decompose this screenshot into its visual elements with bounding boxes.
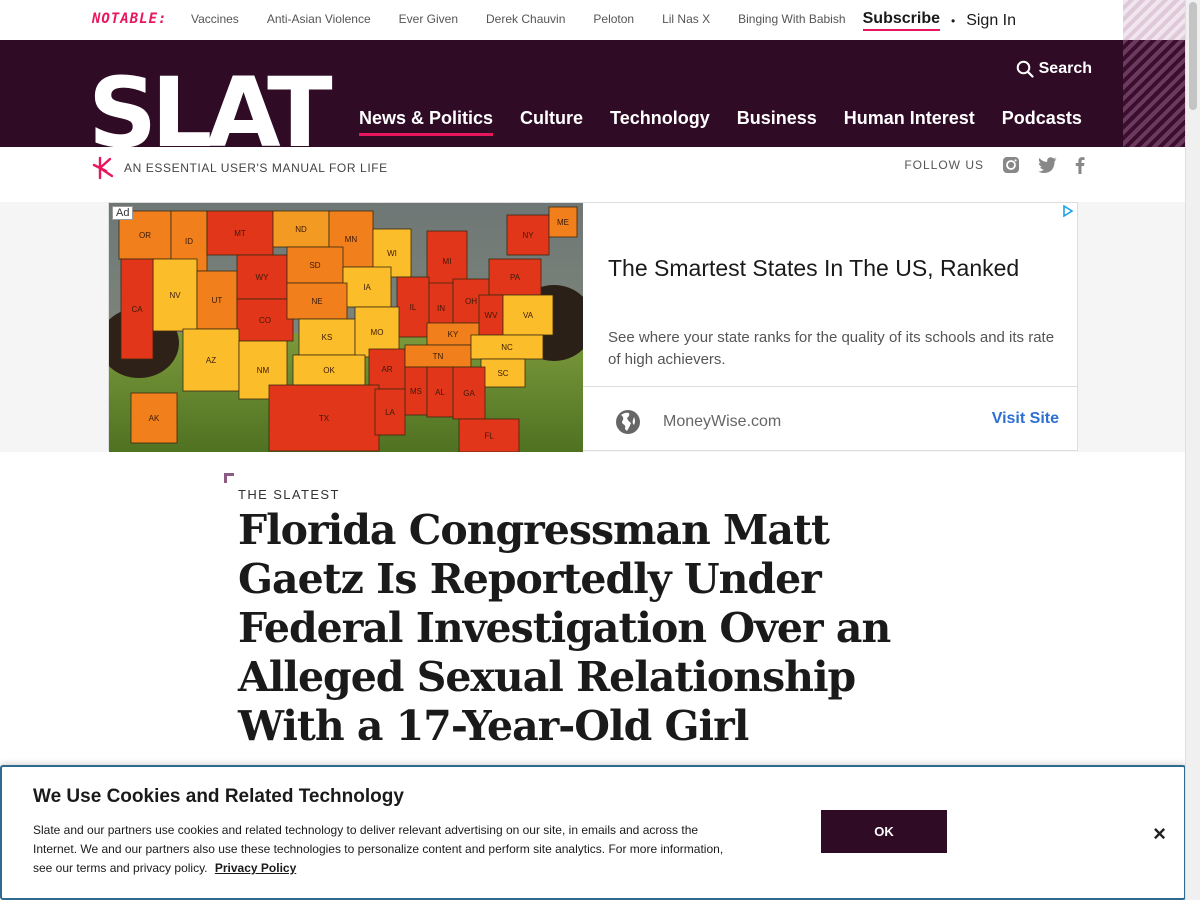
map-state-label: IL <box>410 303 417 312</box>
map-state-label: IN <box>437 304 445 313</box>
cookie-title: We Use Cookies and Related Technology <box>33 786 404 807</box>
map-state-label: MT <box>234 229 246 238</box>
adchoices-icon[interactable] <box>1062 205 1074 217</box>
site-header: SLATE Search News & Politics Culture Tec… <box>0 40 1123 147</box>
notable-link[interactable]: Anti-Asian Violence <box>267 12 371 26</box>
map-state-label: MO <box>371 328 384 337</box>
map-state-label: CA <box>131 305 143 314</box>
follow-us: FOLLOW US <box>904 156 1085 174</box>
main-nav: News & Politics Culture Technology Busin… <box>359 108 1082 136</box>
map-state-label: NV <box>169 291 181 300</box>
map-state-label: TX <box>319 414 330 423</box>
map-state-label: AK <box>149 414 160 423</box>
map-state-label: NE <box>311 297 322 306</box>
page: NOTABLE: Vaccines Anti-Asian Violence Ev… <box>0 0 1200 900</box>
map-state-label: OH <box>465 297 477 306</box>
map-state-label: IA <box>363 283 371 292</box>
subscribe-link[interactable]: Subscribe <box>862 10 940 31</box>
map-state-label: AL <box>435 388 445 397</box>
map-state-label: AZ <box>206 356 216 365</box>
search-icon <box>1016 60 1034 78</box>
map-state-label: MN <box>345 235 358 244</box>
kicker-mark <box>224 473 234 483</box>
map-state-label: UT <box>212 296 223 305</box>
cookie-body-text: Slate and our partners use cookies and r… <box>33 823 724 875</box>
map-state-label: ME <box>557 218 569 227</box>
tagline: AN ESSENTIAL USER'S MANUAL FOR LIFE <box>92 156 388 180</box>
slate-star-icon <box>92 156 114 180</box>
map-state-label: KS <box>322 333 333 342</box>
slate-logo[interactable]: SLATE <box>92 73 334 147</box>
map-state-label: WY <box>256 273 270 282</box>
ad-divider <box>583 386 1077 387</box>
map-state-label: VA <box>523 311 534 320</box>
map-state-label: WI <box>387 249 397 258</box>
article-kicker[interactable]: THE SLATEST <box>238 487 340 502</box>
sign-in-link[interactable]: Sign In <box>966 12 1016 30</box>
cookie-ok-button[interactable]: OK <box>821 810 947 853</box>
notable-label: NOTABLE: <box>92 11 168 27</box>
map-state-label: OK <box>323 366 335 375</box>
map-state-label: OR <box>139 231 151 240</box>
visit-site-button[interactable]: Visit Site <box>992 410 1059 428</box>
cookie-body: Slate and our partners use cookies and r… <box>33 821 733 878</box>
account-actions: Subscribe • Sign In <box>862 10 1016 31</box>
notable-link[interactable]: Binging With Babish <box>738 12 845 26</box>
notable-link[interactable]: Derek Chauvin <box>486 12 565 26</box>
nav-business[interactable]: Business <box>737 108 817 136</box>
scrollbar-thumb[interactable] <box>1189 2 1197 110</box>
separator-dot: • <box>950 13 956 28</box>
decorative-stripes <box>1123 0 1185 147</box>
notable-bar: NOTABLE: Vaccines Anti-Asian Violence Ev… <box>0 0 1123 40</box>
nav-human-interest[interactable]: Human Interest <box>844 108 975 136</box>
ad-map-image[interactable]: OR ID MT ND MN WI MI NY ME NV UT WY SD IA IL IN OH PA CA CO… <box>109 203 583 452</box>
notable-link[interactable]: Vaccines <box>191 12 239 26</box>
map-state-label: WV <box>485 311 499 320</box>
page-scrollbar[interactable] <box>1185 0 1200 900</box>
map-state-label: CO <box>259 316 271 325</box>
cookie-banner: We Use Cookies and Related Technology Sl… <box>0 765 1186 900</box>
map-state-label: MI <box>443 257 452 266</box>
nav-podcasts[interactable]: Podcasts <box>1002 108 1082 136</box>
article-headline: Florida Congressman Matt Gaetz Is Report… <box>238 506 891 750</box>
map-state-label: LA <box>385 408 395 417</box>
map-state-label: PA <box>510 273 521 282</box>
follow-label: FOLLOW US <box>904 158 984 172</box>
twitter-icon[interactable] <box>1038 157 1057 173</box>
notable-link[interactable]: Ever Given <box>399 12 458 26</box>
ad-description: See where your state ranks for the quali… <box>608 329 1055 368</box>
notable-link[interactable]: Peloton <box>593 12 634 26</box>
map-state-label: NY <box>522 231 534 240</box>
nav-culture[interactable]: Culture <box>520 108 583 136</box>
map-state-label: NM <box>257 366 270 375</box>
globe-icon <box>616 410 640 434</box>
search-label: Search <box>1038 60 1092 77</box>
close-icon[interactable]: × <box>1153 823 1166 845</box>
map-state-label: AR <box>381 365 392 374</box>
ad-label: Ad <box>112 206 134 220</box>
map-state-label: NC <box>501 343 513 352</box>
instagram-icon[interactable] <box>1002 156 1020 174</box>
ad-source-name: MoneyWise.com <box>663 413 782 430</box>
map-state-label: SD <box>309 261 320 270</box>
map-state-label: FL <box>484 432 494 441</box>
facebook-icon[interactable] <box>1075 156 1085 174</box>
map-state-label: ND <box>295 225 307 234</box>
nav-technology[interactable]: Technology <box>610 108 710 136</box>
nav-news-politics[interactable]: News & Politics <box>359 108 494 136</box>
map-state-label: ID <box>185 237 193 246</box>
map-state-label: KY <box>448 330 459 339</box>
map-state-label: GA <box>463 389 475 398</box>
map-state-label: TN <box>433 352 444 361</box>
tagline-text: AN ESSENTIAL USER'S MANUAL FOR LIFE <box>124 161 388 175</box>
privacy-policy-link[interactable]: Privacy Policy <box>215 861 296 875</box>
ad-unit[interactable]: OR ID MT ND MN WI MI NY ME NV UT WY SD IA IL IN OH PA CA CO… <box>108 202 1078 452</box>
map-state-label: MS <box>410 387 422 396</box>
search-button[interactable]: Search <box>1016 60 1092 78</box>
notable-links: Vaccines Anti-Asian Violence Ever Given … <box>191 12 874 26</box>
ad-title[interactable]: The Smartest States In The US, Ranked <box>608 255 1019 282</box>
ad-source: MoneyWise.com <box>615 409 781 435</box>
map-state-label: SC <box>497 369 508 378</box>
notable-link[interactable]: Lil Nas X <box>662 12 710 26</box>
